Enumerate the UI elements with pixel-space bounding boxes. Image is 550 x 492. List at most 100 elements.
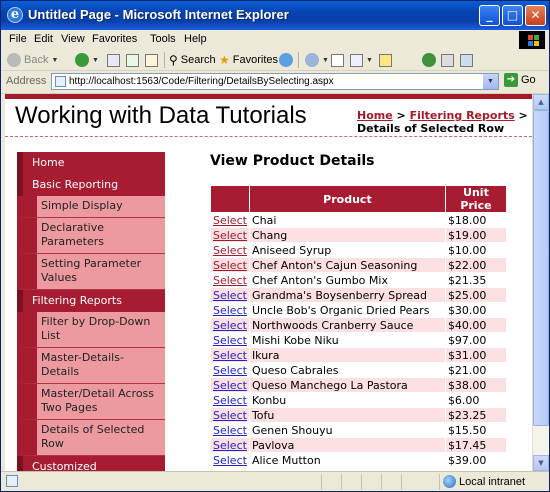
product-name-cell: Pavlova xyxy=(248,437,446,453)
sidebar-item-basic-reporting[interactable]: Basic Reporting xyxy=(17,174,165,196)
select-link[interactable]: Select xyxy=(210,242,250,258)
sidebar-item-details-of-selected-row[interactable]: Details of Selected Row xyxy=(17,420,165,456)
tools-button[interactable] xyxy=(441,53,454,67)
sidebar-item-master-details-details[interactable]: Master-Details-Details xyxy=(17,348,165,384)
print-icon xyxy=(331,53,344,67)
select-link[interactable]: Select xyxy=(210,287,250,303)
select-link[interactable]: Select xyxy=(210,392,250,408)
menu-favorites[interactable]: Favorites xyxy=(92,33,137,45)
select-link[interactable]: Select xyxy=(210,317,250,333)
table-row: Select Grandma's Boysenberry Spread $25.00 xyxy=(210,287,507,303)
search-button[interactable]: ⚲ Search xyxy=(169,53,216,67)
select-link[interactable]: Select xyxy=(210,452,250,468)
select-link[interactable]: Select xyxy=(210,422,250,438)
menu-bar: File Edit View Favorites Tools Help xyxy=(1,30,549,51)
product-name-cell: Chang xyxy=(248,227,446,243)
table-row: Select Northwoods Cranberry Sauce $40.00 xyxy=(210,317,507,333)
select-link[interactable]: Select xyxy=(210,377,250,393)
sidebar-item-filtering-reports[interactable]: Filtering Reports xyxy=(17,290,165,312)
site-title: Working with Data Tutorials xyxy=(15,102,307,129)
select-link[interactable]: Select xyxy=(210,257,250,273)
table-row: Select Konbu $6.00 xyxy=(210,392,507,408)
edit-button[interactable]: ▼ xyxy=(350,53,373,67)
unit-price-cell: $40.00 xyxy=(444,317,507,333)
grid-header-row: Product Unit Price xyxy=(210,185,507,213)
select-link[interactable]: Select xyxy=(210,227,250,243)
zone-label: Local intranet xyxy=(459,475,526,488)
forward-button[interactable]: ▼ xyxy=(75,53,99,67)
unit-price-cell: $17.45 xyxy=(444,437,507,453)
select-link[interactable]: Select xyxy=(210,302,250,318)
page-icon xyxy=(6,475,18,487)
chevron-down-icon: ▼ xyxy=(92,56,99,64)
address-input[interactable]: http://localhost:1563/Code/Filtering/Det… xyxy=(51,73,499,90)
menu-file[interactable]: File xyxy=(9,33,27,45)
refresh-button[interactable] xyxy=(126,53,139,67)
print-button[interactable] xyxy=(331,53,344,67)
chevron-down-icon: ▼ xyxy=(51,56,59,64)
select-link[interactable]: Select xyxy=(210,437,250,453)
search-label: Search xyxy=(180,54,216,66)
back-button[interactable]: Back ▼ xyxy=(7,53,58,67)
breadcrumb-current: Details of Selected Row xyxy=(357,122,505,135)
select-link[interactable]: Select xyxy=(210,362,250,378)
stop-button[interactable] xyxy=(107,53,120,67)
product-name-cell: Ikura xyxy=(248,347,446,363)
sidebar-item-customized[interactable]: Customized xyxy=(17,456,165,471)
go-arrow-icon: ➔ xyxy=(504,73,518,87)
globe-button[interactable] xyxy=(422,53,436,67)
select-link[interactable]: Select xyxy=(210,272,250,288)
unit-price-cell: $15.50 xyxy=(444,422,507,438)
product-name-cell: Mishi Kobe Niku xyxy=(248,332,446,348)
sidebar-item-home[interactable]: Home xyxy=(17,152,165,174)
sidebar-item-simple-display[interactable]: Simple Display xyxy=(17,196,165,218)
select-link[interactable]: Select xyxy=(210,347,250,363)
unit-price-cell: $21.00 xyxy=(444,362,507,378)
home-button[interactable] xyxy=(145,53,158,67)
minimize-button[interactable]: _ xyxy=(479,5,500,26)
unit-price-cell: $97.00 xyxy=(444,332,507,348)
sidebar-item-master-detail-across-two-pages[interactable]: Master/Detail Across Two Pages xyxy=(17,384,165,420)
go-button[interactable]: ➔ Go xyxy=(504,73,536,87)
address-bar: Address http://localhost:1563/Code/Filte… xyxy=(1,71,549,94)
research-button[interactable] xyxy=(460,53,473,67)
sidebar-item-filter-by-drop-down-list[interactable]: Filter by Drop-Down List xyxy=(17,312,165,348)
intranet-icon xyxy=(443,475,456,488)
product-name-cell: Northwoods Cranberry Sauce xyxy=(248,317,446,333)
menu-tools[interactable]: Tools xyxy=(150,33,176,45)
media-button[interactable] xyxy=(279,53,293,67)
address-url[interactable]: http://localhost:1563/Code/Filtering/Det… xyxy=(69,76,334,87)
unit-price-cell: $25.00 xyxy=(444,287,507,303)
close-button[interactable]: ✕ xyxy=(525,5,546,26)
table-row: Select Mishi Kobe Niku $97.00 xyxy=(210,332,507,348)
select-link[interactable]: Select xyxy=(210,407,250,423)
sidebar-item-setting-parameter-values[interactable]: Setting Parameter Values xyxy=(17,254,165,290)
menu-help[interactable]: Help xyxy=(184,33,207,45)
unit-price-cell: $19.00 xyxy=(444,227,507,243)
scroll-down-icon[interactable]: ▼ xyxy=(533,455,549,471)
product-name-cell: Grandma's Boysenberry Spread xyxy=(248,287,446,303)
mail-button[interactable]: ▼ xyxy=(305,53,329,67)
discuss-button[interactable] xyxy=(379,53,392,67)
product-name-cell: Chef Anton's Gumbo Mix xyxy=(248,272,446,288)
standard-toolbar: Back ▼ ▼ ⚲ Search ★ Favorites ▼ ▼ xyxy=(1,50,549,71)
menu-view[interactable]: View xyxy=(61,33,85,45)
tools-icon xyxy=(441,53,454,67)
select-link[interactable]: Select xyxy=(210,332,250,348)
breadcrumb-home[interactable]: Home xyxy=(357,109,393,122)
page-icon xyxy=(55,76,66,87)
select-link[interactable]: Select xyxy=(210,212,250,228)
menu-edit[interactable]: Edit xyxy=(34,33,53,45)
breadcrumb-filtering-reports[interactable]: Filtering Reports xyxy=(410,109,515,122)
favorites-button[interactable]: ★ Favorites xyxy=(219,53,278,67)
address-label: Address xyxy=(6,75,47,87)
chevron-down-icon[interactable]: ▼ xyxy=(483,74,498,89)
maximize-button[interactable]: □ xyxy=(502,5,523,26)
table-row: Select Ikura $31.00 xyxy=(210,347,507,363)
scroll-up-icon[interactable]: ▲ xyxy=(533,94,549,110)
scroll-thumb[interactable] xyxy=(533,110,549,426)
chevron-down-icon: ▼ xyxy=(366,56,373,64)
sidebar-item-declarative-parameters[interactable]: Declarative Parameters xyxy=(17,218,165,254)
word-icon xyxy=(350,53,363,67)
vertical-scrollbar[interactable]: ▲ ▼ xyxy=(532,94,549,471)
